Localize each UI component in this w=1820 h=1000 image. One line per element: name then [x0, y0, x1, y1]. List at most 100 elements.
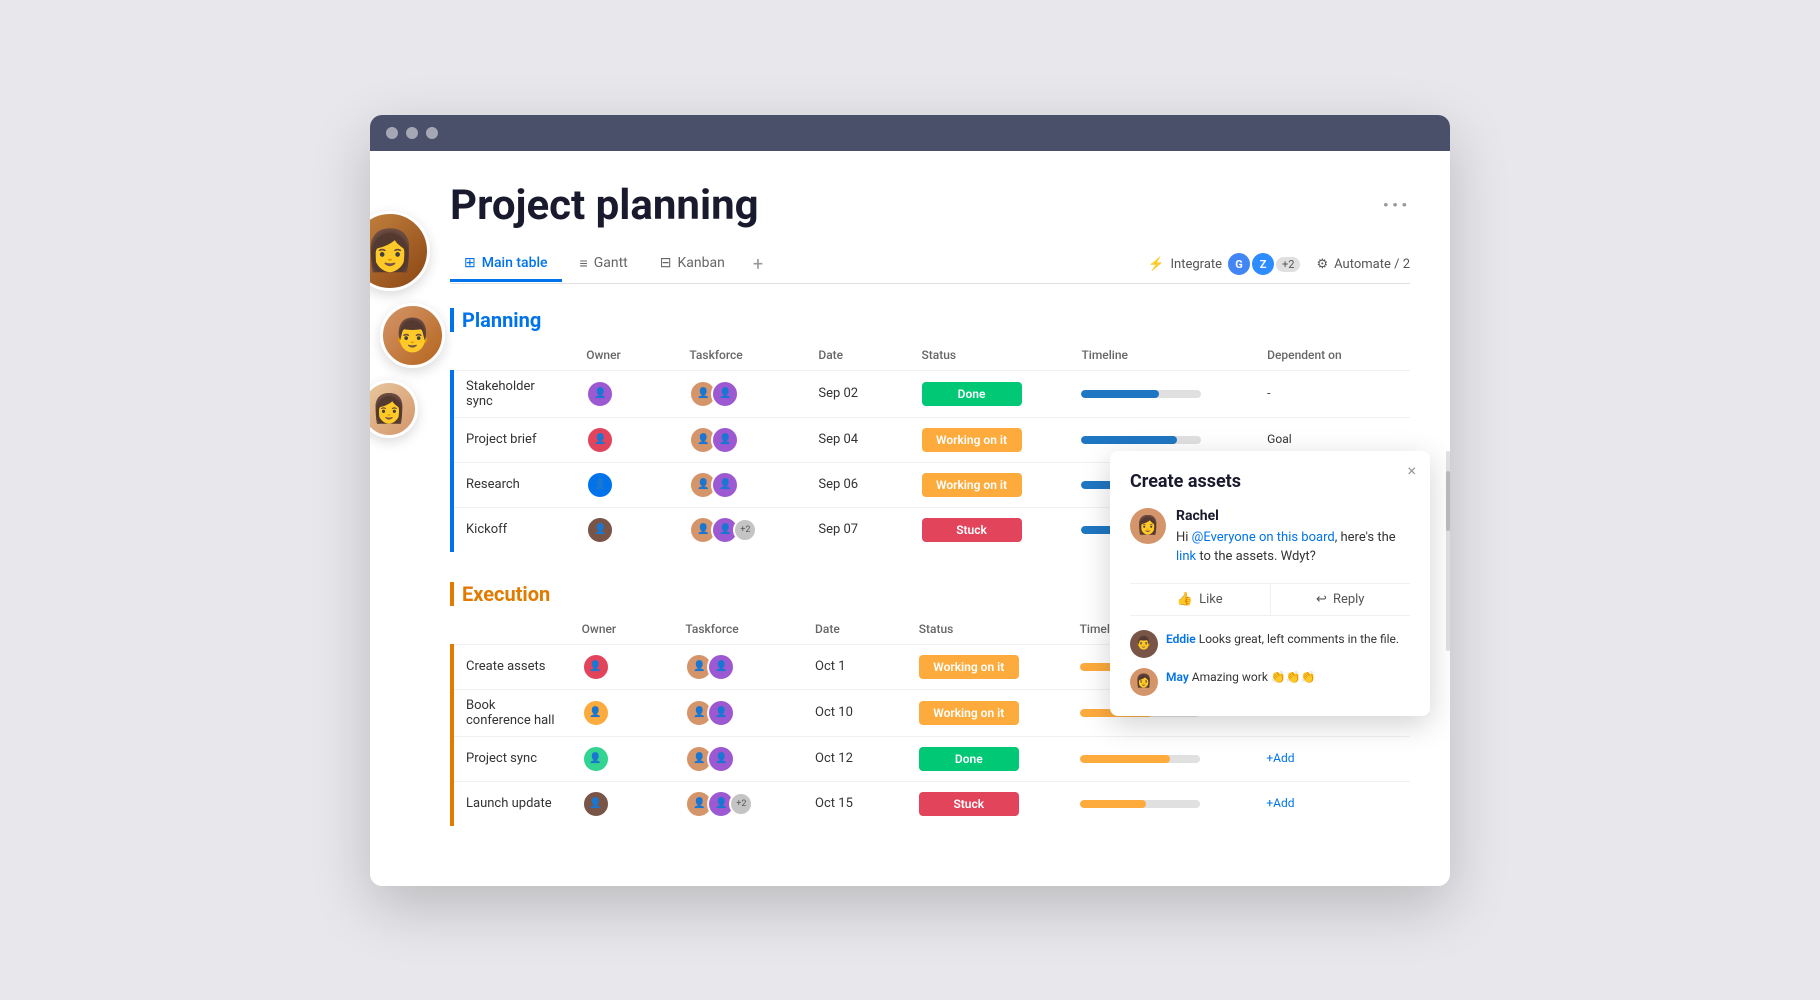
exec-add-btn[interactable]: +Add	[1266, 751, 1294, 765]
tab-gantt[interactable]: ≡ Gantt	[566, 247, 642, 283]
status-cell: Stuck	[910, 507, 1070, 552]
status-badge: Stuck	[919, 792, 1019, 816]
scroll-thumb	[1446, 471, 1450, 531]
taskforce-cell: 👤 👤	[677, 417, 806, 462]
owner-cell: 👤	[582, 745, 662, 773]
date-cell: Sep 02	[806, 370, 909, 417]
timeline-track	[1080, 755, 1200, 763]
tab-kanban[interactable]: ⊟ Kanban	[646, 247, 739, 282]
status-badge: Done	[919, 747, 1019, 771]
timeline-fill	[1081, 436, 1177, 444]
tf-avatar-2: 👤	[707, 745, 735, 773]
exec-owner-cell: 👤	[570, 736, 674, 781]
dependent-value: -	[1267, 386, 1270, 400]
mention-link[interactable]: @Everyone on this board	[1192, 530, 1335, 545]
exec-owner-cell: 👤	[570, 644, 674, 689]
taskforce-cell: 👤 👤	[685, 745, 791, 773]
add-tab-button[interactable]: +	[743, 246, 773, 283]
browser-dot-3	[426, 127, 438, 139]
status-cell: Working on it	[910, 417, 1070, 462]
exec-task-label[interactable]: Project sync	[452, 736, 570, 781]
integrate-label: Integrate	[1171, 257, 1223, 272]
owner-cell: 👤	[574, 462, 677, 507]
exec-task-label[interactable]: Launch update	[452, 781, 570, 826]
tf-extra-badge: +2	[729, 792, 753, 816]
table-icon: ⊞	[464, 255, 476, 271]
popup-close-button[interactable]: ×	[1407, 461, 1416, 480]
integrate-icon: ⚡	[1148, 257, 1164, 272]
automate-icon: ⚙	[1316, 257, 1328, 272]
status-badge: Working on it	[919, 701, 1019, 725]
exec-col-owner-header: Owner	[570, 614, 674, 645]
exec-col-status-header: Status	[907, 614, 1068, 645]
reply-eddie: 👨 Eddie Looks great, left comments in th…	[1130, 630, 1410, 658]
owner-avatar: 👤	[586, 426, 614, 454]
exec-dependent-cell[interactable]: +Add	[1254, 736, 1410, 781]
taskforce-cell: 👤 👤	[689, 380, 794, 408]
exec-col-task-header	[452, 614, 570, 645]
like-label: Like	[1199, 592, 1223, 607]
reply-icon: ↩	[1316, 592, 1327, 607]
exec-date-cell: Oct 12	[803, 736, 907, 781]
col-owner-header: Owner	[574, 340, 677, 371]
page-title-row: Project planning ···	[450, 181, 1410, 230]
zoom-icon: Z	[1252, 253, 1274, 275]
like-button[interactable]: 👍 Like	[1130, 584, 1270, 615]
task-label[interactable]: Project brief	[452, 417, 574, 462]
status-badge: Working on it	[922, 428, 1022, 452]
owner-avatar: 👤	[582, 790, 610, 818]
owner-avatar: 👤	[582, 699, 610, 727]
more-options-button[interactable]: ···	[1382, 191, 1410, 219]
scrollbar[interactable]	[1446, 451, 1450, 651]
exec-taskforce-cell: 👤 👤	[673, 736, 803, 781]
exec-taskforce-cell: 👤 👤+2	[673, 781, 803, 826]
exec-owner-cell: 👤	[570, 689, 674, 736]
owner-cell: 👤	[586, 516, 665, 544]
exec-task-label[interactable]: Create assets	[452, 644, 570, 689]
kanban-icon: ⊟	[660, 255, 672, 271]
col-task-header	[452, 340, 574, 371]
eddie-reply-text: Eddie Looks great, left comments in the …	[1166, 630, 1399, 658]
comment-actions: 👍 Like ↩ Reply	[1130, 583, 1410, 616]
page-title: Project planning	[450, 181, 759, 230]
main-comment: 👩 Rachel Hi @Everyone on this board, her…	[1130, 508, 1410, 567]
assets-link[interactable]: link	[1176, 549, 1196, 564]
integrate-button[interactable]: ⚡ Integrate G Z +2	[1148, 253, 1300, 275]
task-label[interactable]: Kickoff	[452, 507, 574, 552]
avatar-1: 👩	[370, 211, 430, 291]
status-badge: Done	[922, 382, 1022, 406]
content-area: 👩 👨 👩 Project planning ··· ⊞ Main table	[370, 151, 1450, 886]
browser-dot-2	[406, 127, 418, 139]
rachel-avatar: 👩	[1130, 508, 1166, 544]
taskforce-cell: 👤 👤	[677, 462, 806, 507]
exec-dependent-cell[interactable]: +Add	[1254, 781, 1410, 826]
owner-cell: 👤	[574, 370, 677, 417]
comment-popup: × Create assets 👩 Rachel Hi @Everyone on…	[1110, 451, 1430, 716]
col-timeline-header: Timeline	[1069, 340, 1255, 371]
tf-avatar-2: 👤	[707, 653, 735, 681]
automate-button[interactable]: ⚙ Automate / 2	[1316, 257, 1410, 272]
tf-avatar-2: 👤	[711, 471, 739, 499]
exec-task-label[interactable]: Book conference hall	[452, 689, 570, 736]
reply-button[interactable]: ↩ Reply	[1270, 584, 1411, 615]
date-cell: Sep 04	[806, 417, 909, 462]
exec-col-taskforce-header: Taskforce	[673, 614, 803, 645]
comment-body: Rachel Hi @Everyone on this board, here'…	[1176, 508, 1410, 567]
tab-main-table[interactable]: ⊞ Main table	[450, 247, 562, 282]
tab-main-table-label: Main table	[482, 255, 548, 271]
task-label[interactable]: Stakeholder sync	[452, 370, 574, 417]
owner-avatar: 👤	[582, 653, 610, 681]
exec-add-btn[interactable]: +Add	[1266, 796, 1294, 810]
timeline-cell	[1069, 370, 1255, 417]
tabs-bar: ⊞ Main table ≡ Gantt ⊟ Kanban + ⚡ Integr…	[450, 246, 1410, 284]
owner-cell: 👤	[586, 471, 665, 499]
exec-col-date-header: Date	[803, 614, 907, 645]
owner-cell: 👤	[586, 380, 665, 408]
browser-bar	[370, 115, 1450, 151]
avatar-2: 👨	[380, 303, 445, 368]
dependent-value: Goal	[1267, 432, 1291, 446]
exec-status-cell: Done	[907, 736, 1068, 781]
exec-date-cell: Oct 10	[803, 689, 907, 736]
task-label[interactable]: Research	[452, 462, 574, 507]
integration-icons: G Z +2	[1228, 253, 1300, 275]
